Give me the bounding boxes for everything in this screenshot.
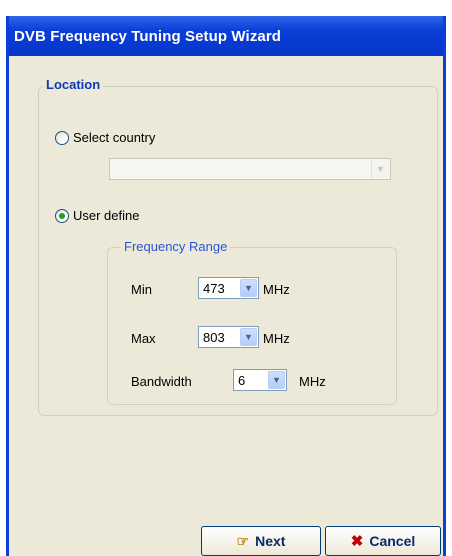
chevron-down-icon[interactable]: ▼ — [268, 371, 285, 389]
country-dropdown[interactable]: ▼ — [109, 158, 391, 180]
chevron-down-icon[interactable]: ▼ — [240, 328, 257, 346]
next-button[interactable]: ☞ Next — [201, 526, 321, 556]
wizard-content: Location Select country ▼ User define Fr… — [9, 56, 443, 556]
user-define-radio[interactable] — [55, 208, 69, 223]
select-country-radio[interactable] — [55, 130, 69, 145]
title-bar[interactable]: DVB Frequency Tuning Setup Wizard — [9, 16, 443, 56]
max-frequency-dropdown[interactable]: 803 ▼ — [198, 326, 259, 348]
user-define-label: User define — [73, 208, 140, 223]
bandwidth-label: Bandwidth — [131, 374, 192, 389]
bandwidth-unit-label: MHz — [299, 374, 326, 389]
chevron-down-icon[interactable]: ▼ — [371, 160, 389, 178]
next-button-label: Next — [255, 533, 286, 549]
chevron-down-icon[interactable]: ▼ — [240, 279, 257, 297]
frequency-range-legend: Frequency Range — [121, 239, 231, 254]
location-legend: Location — [43, 77, 104, 92]
select-country-option[interactable]: Select country — [55, 130, 155, 145]
cancel-button[interactable]: ✖ Cancel — [325, 526, 441, 556]
pointing-hand-icon: ☞ — [236, 533, 250, 549]
wizard-window: DVB Frequency Tuning Setup Wizard Locati… — [6, 16, 446, 556]
min-frequency-value: 473 — [203, 281, 225, 296]
min-label: Min — [131, 282, 152, 297]
min-frequency-dropdown[interactable]: 473 ▼ — [198, 277, 259, 299]
user-define-option[interactable]: User define — [55, 208, 139, 223]
min-unit-label: MHz — [263, 282, 290, 297]
max-frequency-value: 803 — [203, 330, 225, 345]
bandwidth-value: 6 — [238, 373, 246, 388]
window-title: DVB Frequency Tuning Setup Wizard — [14, 27, 282, 45]
max-unit-label: MHz — [263, 331, 290, 346]
select-country-label: Select country — [73, 130, 156, 145]
bandwidth-dropdown[interactable]: 6 ▼ — [233, 369, 287, 391]
max-label: Max — [131, 331, 156, 346]
x-icon: ✖ — [350, 532, 364, 550]
cancel-button-label: Cancel — [369, 533, 416, 549]
